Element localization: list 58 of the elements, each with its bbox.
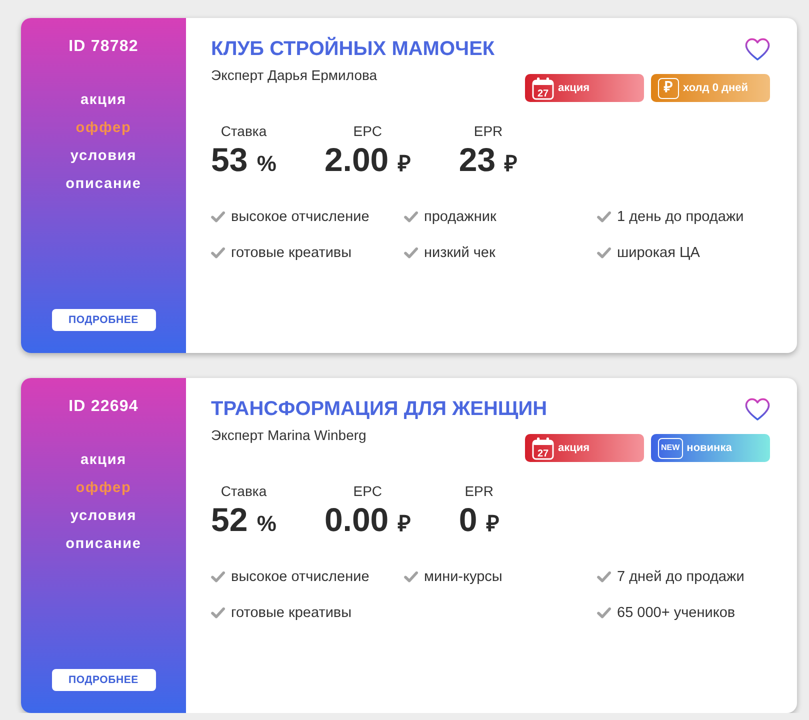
calendar-icon: 27 [532, 76, 554, 100]
stat-label: Ставка [220, 122, 268, 141]
feature-text: 1 день до продажи [617, 208, 744, 227]
stat-label: EPR [472, 122, 504, 141]
check-icon [211, 571, 225, 583]
stat-label: EPC [352, 122, 384, 141]
tag-label: акция [558, 441, 590, 455]
sidebar-link[interactable]: описание [66, 530, 142, 558]
expert-name: Эксперт Marina Winberg [211, 426, 366, 445]
sidebar-link[interactable]: описание [66, 170, 142, 198]
offer-id: ID 22694 [68, 397, 138, 417]
feature-text: высокое отчисление [231, 568, 370, 587]
check-icon [404, 571, 418, 583]
offer-title[interactable]: ТРАНСФОРМАЦИЯ ДЛЯ ЖЕНЩИН [211, 396, 548, 422]
details-button[interactable]: ПОДРОБНЕЕ [52, 669, 156, 691]
tag-label: новинка [686, 441, 732, 455]
sidebar-link[interactable]: акция [80, 86, 127, 114]
feature-text: широкая ЦА [617, 244, 700, 263]
check-icon [211, 607, 225, 619]
check-icon [597, 211, 611, 223]
stat-label: Ставка [220, 482, 268, 501]
sidebar-link[interactable]: условия [70, 502, 137, 530]
feature-text: продажник [424, 208, 496, 227]
tag-label: акция [558, 81, 590, 95]
feature-text: высокое отчисление [231, 208, 370, 227]
feature-text: низкий чек [424, 244, 496, 263]
heart-icon[interactable] [745, 38, 770, 61]
check-icon [211, 211, 225, 223]
stat-value: 53 % [211, 141, 276, 180]
check-icon [597, 571, 611, 583]
tag-label: холд 0 дней [683, 81, 748, 95]
stat-value: 2.00 ₽ [324, 141, 411, 180]
heart-icon[interactable] [745, 398, 770, 421]
feature-text: готовые креативы [231, 604, 352, 623]
check-icon [597, 247, 611, 259]
check-icon [404, 211, 418, 223]
feature-text: 7 дней до продажи [617, 568, 744, 587]
ruble-icon: ₽ [658, 78, 679, 98]
sidebar-link[interactable]: условия [70, 142, 137, 170]
check-icon [404, 247, 418, 259]
sidebar-link[interactable]: акция [80, 446, 127, 474]
feature-text: 65 000+ учеников [617, 604, 736, 623]
stat-value: 52 % [211, 501, 276, 540]
feature-text: мини-курсы [424, 568, 502, 587]
stat-value: 0.00 ₽ [324, 501, 411, 540]
stat-label: EPC [352, 482, 384, 501]
feature-text: готовые креативы [231, 244, 352, 263]
stat-value: 23 ₽ [458, 141, 518, 180]
calendar-icon: 27 [532, 436, 554, 460]
offer-title[interactable]: КЛУБ СТРОЙНЫХ МАМОЧЕК [211, 36, 495, 62]
check-icon [211, 247, 225, 259]
expert-name: Эксперт Дарья Ермилова [211, 66, 378, 85]
check-icon [597, 607, 611, 619]
offer-id: ID 78782 [68, 37, 138, 57]
stat-label: EPR [464, 482, 494, 501]
new-label: NEW [658, 438, 683, 458]
stat-value: 0 ₽ [458, 501, 500, 540]
details-button[interactable]: ПОДРОБНЕЕ [52, 309, 156, 331]
